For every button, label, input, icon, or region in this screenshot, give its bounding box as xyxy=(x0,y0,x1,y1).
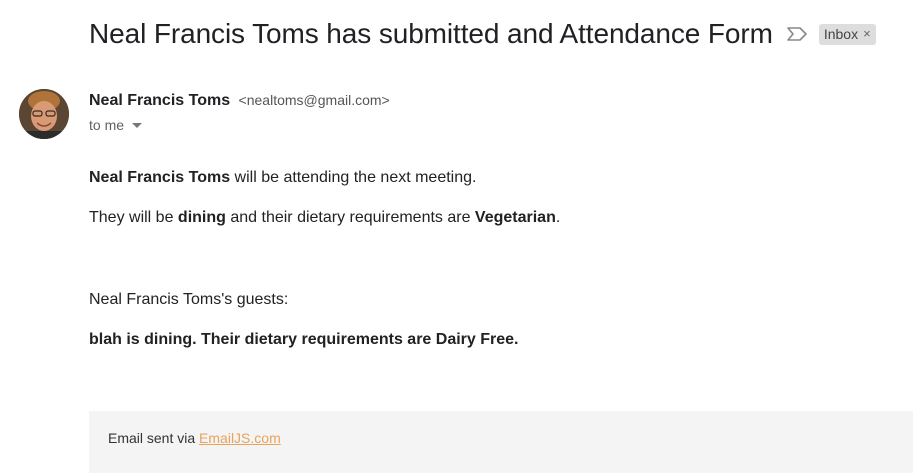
avatar[interactable] xyxy=(19,89,69,139)
dietary-text-b: and their dietary requirements are xyxy=(225,209,475,226)
dietary-line: They will be dining and their dietary re… xyxy=(89,209,560,227)
emailjs-link[interactable]: EmailJS.com xyxy=(199,430,281,446)
attendee-name: Neal Francis Toms xyxy=(89,169,231,186)
email-subject: Neal Francis Toms has submitted and Atte… xyxy=(89,18,773,49)
attendance-text: will be attending the next meeting. xyxy=(230,169,477,186)
sender-email: <nealtoms@gmail.com> xyxy=(238,92,390,108)
inbox-label-text: Inbox xyxy=(823,25,859,42)
dietary-requirement: Vegetarian xyxy=(474,209,556,226)
recipient-details-toggle[interactable]: to me xyxy=(89,117,143,133)
footer-prefix: Email sent via xyxy=(108,430,200,446)
sender-name[interactable]: Neal Francis Toms xyxy=(89,92,230,109)
importance-marker-icon[interactable] xyxy=(787,25,809,43)
recipients-text: to me xyxy=(89,117,125,133)
remove-label-icon[interactable]: × xyxy=(863,26,871,41)
email-footer: Email sent via EmailJS.com xyxy=(89,411,913,473)
dietary-text-end: . xyxy=(555,209,561,226)
dining-status: dining xyxy=(177,209,226,226)
subject-row: Neal Francis Toms has submitted and Atte… xyxy=(89,18,876,50)
guest-line: blah is dining. Their dietary requiremen… xyxy=(89,331,519,348)
sender-line: Neal Francis Toms <nealtoms@gmail.com> xyxy=(89,92,390,110)
footer-text: Email sent via EmailJS.com xyxy=(108,430,281,446)
dietary-text-a: They will be xyxy=(89,209,178,226)
guests-heading: Neal Francis Toms's guests: xyxy=(89,291,289,308)
inbox-label-chip[interactable]: Inbox × xyxy=(818,23,876,45)
chevron-down-icon[interactable] xyxy=(132,122,143,128)
attendance-line: Neal Francis Toms will be attending the … xyxy=(89,169,476,187)
